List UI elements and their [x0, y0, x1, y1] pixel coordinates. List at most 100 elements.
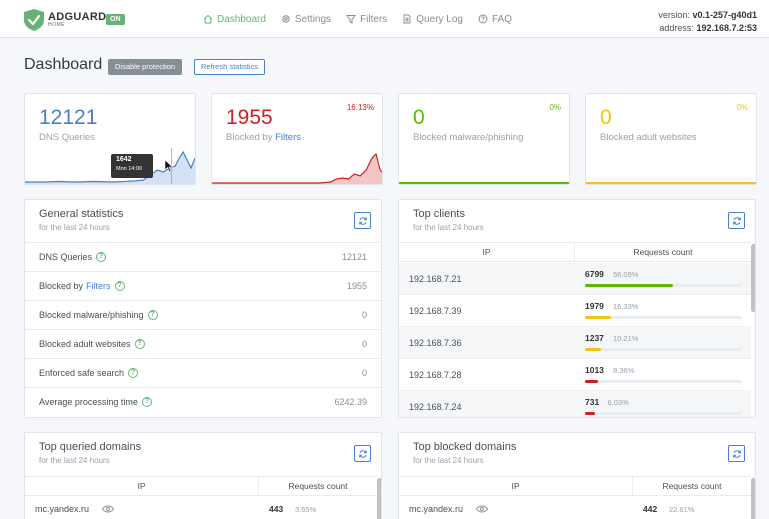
eye-icon[interactable]	[102, 505, 114, 513]
address-label: address:	[659, 23, 694, 33]
gs-malware-label: Blocked malware/phishing	[39, 310, 144, 320]
nav-dashboard-label: Dashboard	[217, 13, 266, 25]
nav-query-log[interactable]: Query Log	[402, 14, 463, 25]
general-statistics-card: General statistics for the last 24 hours…	[24, 199, 382, 418]
client-count: 1979	[585, 301, 604, 311]
queried-count: 443	[269, 504, 284, 514]
brand-subtitle: HOME	[48, 22, 65, 28]
client-percent: 10.21%	[613, 334, 639, 343]
tooltip-value: 1642	[116, 156, 132, 163]
blocked-adult-card: 0 0% Blocked adult websites	[585, 93, 757, 185]
nav-filters-label: Filters	[360, 13, 388, 25]
client-row: 192.168.7.36 1237 10.21%	[399, 327, 751, 359]
top-clients-title: Top clients	[413, 208, 465, 220]
client-row: 192.168.7.21 6799 56.09%	[399, 263, 751, 295]
top-clients-subtitle: for the last 24 hours	[413, 223, 484, 232]
gs-row-blocked-filters: Blocked by Filters? 1955	[25, 271, 381, 300]
top-queried-domains-card: Top queried domains for the last 24 hour…	[24, 432, 382, 519]
queried-col-ip[interactable]: IP	[25, 477, 259, 495]
top-queried-subtitle: for the last 24 hours	[39, 456, 110, 465]
address-value: 192.168.7.2:53	[696, 23, 757, 33]
queried-table-header: IP Requests count	[25, 476, 377, 496]
client-progress-track	[585, 316, 742, 319]
top-blocked-title: Top blocked domains	[413, 441, 517, 453]
client-ip: 192.168.7.28	[409, 369, 462, 380]
client-progress-fill	[585, 380, 599, 383]
sparkline-tooltip: 1642 Mon 14:00	[111, 154, 153, 178]
clients-refresh-button[interactable]	[728, 212, 745, 229]
client-progress-fill	[585, 348, 602, 351]
blocked-refresh-button[interactable]	[728, 445, 745, 462]
help-circle-icon	[478, 14, 488, 24]
filter-icon	[346, 15, 357, 24]
clients-scrollbar[interactable]	[751, 244, 755, 312]
blocked-filters-value: 1955	[226, 106, 273, 129]
col-requests-count[interactable]: Requests count	[575, 243, 751, 261]
nav-faq[interactable]: FAQ	[478, 14, 512, 25]
client-progress-track	[585, 348, 742, 351]
adguard-logo[interactable]: ADGUARD HOME	[24, 9, 106, 31]
queried-scrollbar[interactable]	[377, 478, 381, 519]
queried-percent: 3.65%	[295, 504, 317, 514]
client-count: 1237	[585, 333, 604, 343]
general-refresh-button[interactable]	[354, 212, 371, 229]
version-label: version:	[658, 10, 690, 20]
gs-dns-label: DNS Queries	[39, 252, 93, 262]
help-icon[interactable]: ?	[96, 252, 107, 262]
help-icon[interactable]: ?	[147, 310, 158, 320]
document-icon	[403, 14, 411, 24]
nav-filters[interactable]: Filters	[346, 14, 387, 25]
top-header: ADGUARD HOME ON Dashboard Settings Filte…	[0, 0, 769, 38]
top-clients-card: Top clients for the last 24 hours IP Req…	[398, 199, 756, 418]
blocked-adult-percent: 0%	[736, 103, 748, 112]
gs-row-avg-time: Average processing time? 6242.39	[25, 387, 381, 416]
client-count: 1013	[585, 365, 604, 375]
client-row: 192.168.7.24 731 6.03%	[399, 391, 751, 417]
client-progress-fill	[585, 316, 611, 319]
gs-avg-time-value: 6242.39	[334, 397, 367, 407]
client-ip: 192.168.7.21	[409, 273, 462, 284]
top-blocked-domains-card: Top blocked domains for the last 24 hour…	[398, 432, 756, 519]
nav-dashboard[interactable]: Dashboard	[203, 14, 266, 25]
queried-row: mc.yandex.ru 443 3.65%	[25, 499, 381, 519]
blocked-domain: mc.yandex.ru	[409, 504, 464, 514]
dns-queries-value: 12121	[39, 106, 98, 129]
client-ip: 192.168.7.24	[409, 401, 462, 412]
general-statistics-subtitle: for the last 24 hours	[39, 223, 110, 232]
help-icon[interactable]: ?	[141, 397, 152, 407]
gs-dns-value: 12121	[341, 252, 367, 262]
refresh-statistics-button[interactable]: Refresh statistics	[194, 59, 266, 75]
refresh-icon	[358, 449, 367, 458]
version-value: v0.1-257-g40d1	[692, 10, 757, 20]
col-ip[interactable]: IP	[399, 243, 575, 261]
top-queried-title: Top queried domains	[39, 441, 142, 453]
dns-queries-card: 12121 DNS Queries 1642 Mon 14:00	[24, 93, 196, 185]
help-icon[interactable]: ?	[128, 368, 139, 378]
filters-link[interactable]: Filters	[275, 132, 301, 143]
queried-col-count[interactable]: Requests count	[259, 477, 377, 495]
client-count: 731	[585, 397, 600, 407]
gs-adult-label: Blocked adult websites	[39, 339, 131, 349]
help-icon[interactable]: ?	[114, 281, 125, 291]
blocked-col-count[interactable]: Requests count	[633, 477, 751, 495]
blocked-col-ip[interactable]: IP	[399, 477, 633, 495]
blocked-filters-label: Blocked by Filters	[226, 132, 301, 143]
queried-domain: mc.yandex.ru	[35, 504, 90, 514]
shield-icon	[24, 9, 44, 31]
queried-refresh-button[interactable]	[354, 445, 371, 462]
protection-status-badge: ON	[106, 14, 125, 25]
client-count: 6799	[585, 269, 604, 279]
eye-icon[interactable]	[476, 505, 488, 513]
blocked-table-header: IP Requests count	[399, 476, 751, 496]
help-icon[interactable]: ?	[134, 339, 145, 349]
gear-icon	[282, 15, 290, 23]
gs-safe-search-label: Enforced safe search	[39, 368, 125, 378]
blocked-scrollbar[interactable]	[751, 478, 755, 519]
gs-filters-link[interactable]: Filters	[86, 281, 111, 291]
gs-avg-time-label: Average processing time	[39, 397, 138, 407]
blocked-malware-label: Blocked malware/phishing	[413, 132, 524, 143]
refresh-icon	[732, 216, 741, 225]
nav-settings[interactable]: Settings	[281, 14, 331, 25]
disable-protection-button[interactable]: Disable protection	[108, 59, 183, 75]
dns-queries-label: DNS Queries	[39, 132, 95, 143]
